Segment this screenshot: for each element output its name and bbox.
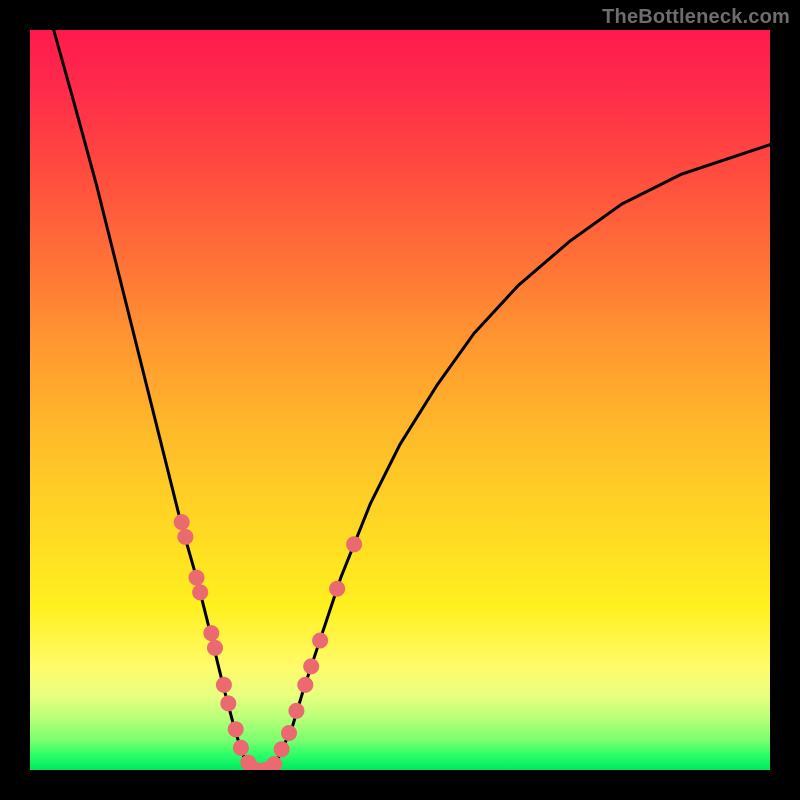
data-marker [177, 529, 193, 545]
data-marker [203, 625, 219, 641]
data-marker [192, 584, 208, 600]
data-marker [216, 677, 232, 693]
data-marker [228, 721, 244, 737]
chart-svg [30, 30, 770, 770]
data-marker [288, 703, 304, 719]
data-markers [174, 514, 362, 770]
data-marker [189, 570, 205, 586]
data-marker [297, 677, 313, 693]
data-marker [274, 741, 290, 757]
chart-frame: TheBottleneck.com [0, 0, 800, 800]
data-marker [346, 536, 362, 552]
data-marker [329, 581, 345, 597]
data-marker [312, 633, 328, 649]
attribution-label: TheBottleneck.com [602, 6, 790, 29]
data-marker [233, 740, 249, 756]
data-marker [303, 658, 319, 674]
data-marker [281, 725, 297, 741]
data-marker [220, 695, 236, 711]
data-marker [207, 640, 223, 656]
bottleneck-curve [54, 30, 770, 770]
data-marker [174, 514, 190, 530]
